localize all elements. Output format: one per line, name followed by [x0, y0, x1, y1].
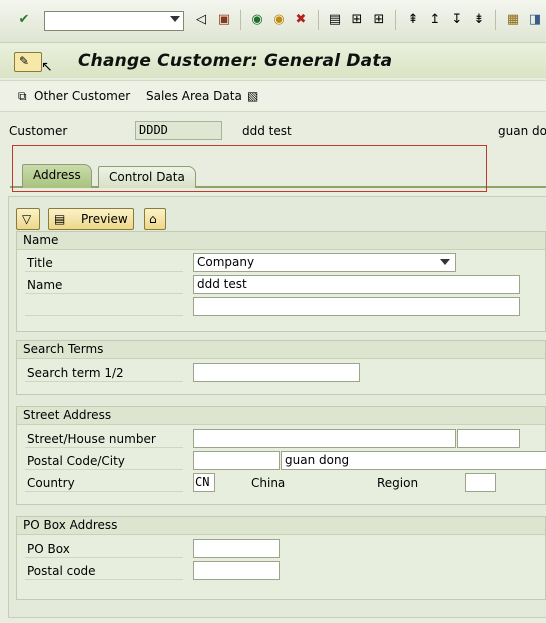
po-box-label: PO Box: [25, 540, 183, 558]
next-page-icon[interactable]: ↧: [449, 12, 465, 28]
title-select-value: Company: [197, 255, 255, 269]
country-label: Country: [25, 474, 183, 492]
cancel-icon[interactable]: ✖: [293, 12, 309, 28]
group-search-terms: Search Terms Search term 1/2: [16, 340, 546, 395]
print-icon[interactable]: ▤: [327, 12, 343, 28]
back-icon[interactable]: ◁: [193, 12, 209, 28]
preview-button[interactable]: ▤ Preview: [48, 208, 134, 230]
last-page-icon[interactable]: ⇟: [471, 12, 487, 28]
street-label: Street/House number: [25, 430, 183, 448]
po-box-field[interactable]: [193, 539, 280, 558]
highlight-box: [12, 145, 487, 192]
group-street-address-header: Street Address: [17, 407, 545, 425]
new-session-icon[interactable]: ▦: [505, 12, 521, 28]
house-number-field[interactable]: [457, 429, 520, 448]
group-name-header: Name: [17, 232, 545, 250]
country-name: China: [251, 476, 286, 490]
title-select[interactable]: Company: [193, 253, 456, 272]
international-versions-button[interactable]: ⌂: [144, 208, 166, 230]
group-po-box: PO Box Address PO Box Postal code: [16, 516, 546, 600]
display-change-button[interactable]: ✎ ↖: [14, 52, 53, 75]
application-toolbar: ⧉ Other Customer Sales Area Data ▧: [0, 80, 546, 112]
country-field[interactable]: CN: [193, 473, 215, 492]
customer-label: Customer: [9, 124, 68, 138]
other-customer-button[interactable]: Other Customer: [34, 89, 130, 103]
prev-page-icon[interactable]: ↥: [427, 12, 443, 28]
globe-icon: ⌂: [149, 212, 157, 226]
shortcut-icon[interactable]: ◨: [527, 12, 543, 28]
first-page-icon[interactable]: ⇞: [405, 12, 421, 28]
save-icon[interactable]: ▣: [216, 12, 232, 28]
postal-code-field[interactable]: [193, 451, 280, 470]
street-field[interactable]: [193, 429, 456, 448]
command-field[interactable]: [44, 11, 184, 31]
group-search-terms-header: Search Terms: [17, 341, 545, 359]
po-postal-code-field[interactable]: [193, 561, 280, 580]
collapse-button[interactable]: ▽: [16, 208, 40, 230]
back-nav-icon[interactable]: ◉: [249, 12, 265, 28]
cursor-icon: ↖: [41, 59, 53, 75]
printer-icon: ▤: [54, 212, 66, 226]
customer-number-field[interactable]: DDDD: [135, 121, 222, 140]
collapse-icon: ▽: [22, 212, 32, 226]
enter-icon[interactable]: ✔: [16, 12, 32, 28]
exit-icon[interactable]: ◉: [271, 12, 287, 28]
title-label: Title: [25, 254, 183, 272]
other-customer-icon: ⧉: [18, 89, 27, 103]
name2-label: [25, 298, 183, 316]
region-label: Region: [377, 476, 419, 490]
postal-city-label: Postal Code/City: [25, 452, 183, 470]
document-icon[interactable]: ▧: [247, 89, 258, 103]
toolbar-separator: [318, 10, 319, 30]
system-toolbar: ✔ ◁ ▣ ◉ ◉ ✖ ▤ ⊞ ⊞ ⇞ ↥ ↧ ⇟ ▦ ◨: [0, 0, 546, 43]
group-street-address: Street Address Street/House number Posta…: [16, 406, 546, 505]
po-postal-code-label: Postal code: [25, 562, 183, 580]
chevron-down-icon[interactable]: [440, 259, 450, 265]
preview-label: Preview: [81, 212, 128, 226]
toolbar-separator: [395, 10, 396, 30]
chevron-down-icon[interactable]: [170, 16, 180, 22]
customer-city: guan don: [498, 124, 546, 138]
name-field[interactable]: ddd test: [193, 275, 520, 294]
group-po-box-header: PO Box Address: [17, 517, 545, 535]
find-icon[interactable]: ⊞: [349, 12, 365, 28]
toolbar-separator: [240, 10, 241, 30]
search-term-label: Search term 1/2: [25, 364, 183, 382]
find-next-icon[interactable]: ⊞: [371, 12, 387, 28]
toolbar-separator: [495, 10, 496, 30]
page-title: Change Customer: General Data: [78, 51, 393, 71]
name-label: Name: [25, 276, 183, 294]
city-field[interactable]: guan dong: [281, 451, 546, 470]
title-bar: ✎ ↖ Change Customer: General Data: [0, 44, 546, 78]
search-term-field[interactable]: [193, 363, 360, 382]
name2-field[interactable]: [193, 297, 520, 316]
sales-area-data-button[interactable]: Sales Area Data: [146, 89, 242, 103]
customer-name: ddd test: [242, 124, 292, 138]
region-field[interactable]: [465, 473, 496, 492]
display-change-icon: ✎: [19, 54, 30, 68]
group-name: Name Title Company Name ddd test: [16, 231, 546, 332]
